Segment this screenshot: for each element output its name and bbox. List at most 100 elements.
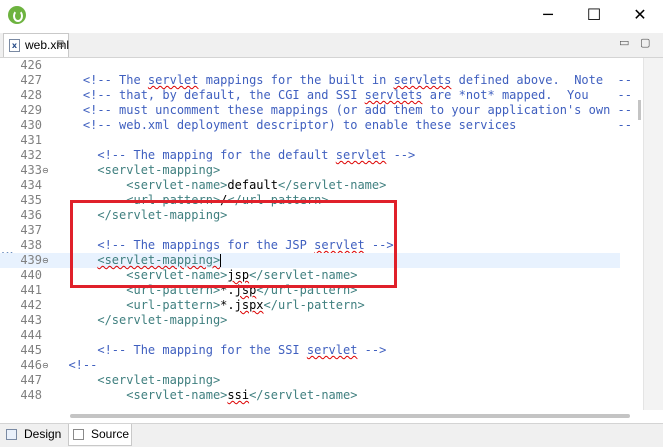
code-token: </servlet-name> [277, 178, 387, 192]
close-window-button[interactable]: ✕ [617, 0, 663, 30]
code-text: <servlet-name>default</servlet-name> [54, 178, 386, 193]
code-text: <servlet-mapping> [54, 373, 220, 388]
code-token: default [227, 178, 278, 192]
line-number: 436 [20, 208, 42, 222]
code-token: </servlet-mapping> [54, 313, 228, 327]
code-token: </servlet-name> [249, 388, 358, 402]
code-text: <servlet-name>ssi</servlet-name> [54, 388, 357, 403]
line-number: 429 [20, 103, 42, 117]
view-maximize-icon[interactable]: ▢ [640, 36, 650, 49]
code-text: <servlet-mapping> [54, 163, 220, 178]
code-line[interactable]: 442 <url-pattern>*.jspx</url-pattern> [0, 298, 620, 313]
code-line[interactable]: 427 <!-- The servlet mappings for the bu… [0, 73, 639, 88]
tab-web-xml[interactable]: x web.xml ⊠ [3, 33, 69, 57]
fold-toggle-icon[interactable]: ⊖ [42, 358, 51, 373]
code-line[interactable]: 432 <!-- The mapping for the default ser… [0, 148, 620, 163]
spring-app-icon [8, 6, 26, 24]
line-number: 426 [20, 58, 42, 72]
code-line[interactable]: 433 ⊖ <servlet-mapping> [0, 163, 620, 178]
tab-source-label: Source [91, 427, 130, 441]
code-line[interactable]: 443 </servlet-mapping> [0, 313, 620, 328]
code-token: <url-pattern> [54, 298, 221, 312]
code-token: servlet [147, 73, 199, 87]
tab-design-label: Design [24, 427, 62, 441]
code-token: mappings for the built in [198, 73, 394, 87]
code-token: defined above. Note --> [451, 73, 640, 87]
code-text: <!-- web.xml deployment descriptor) to e… [54, 118, 639, 133]
line-number: 444 [20, 328, 42, 342]
code-line[interactable]: 429 <!-- must uncomment these mappings (… [0, 103, 639, 118]
code-line[interactable]: 431 [0, 133, 620, 148]
code-line[interactable]: 444 [0, 328, 620, 343]
tab-design[interactable]: Design [2, 424, 66, 446]
code-line[interactable]: 426 [0, 58, 620, 73]
code-line[interactable]: 428 <!-- that, by default, the CGI and S… [0, 88, 639, 103]
code-line[interactable]: 445 <!-- The mapping for the SSI servlet… [0, 343, 620, 358]
code-line[interactable]: 447 <servlet-mapping> [0, 373, 620, 388]
source-page-icon [73, 429, 84, 440]
overview-ruler-right [643, 58, 663, 410]
line-number: 441 [20, 283, 42, 297]
highlight-annotation-box [70, 200, 397, 288]
view-minimize-icon[interactable]: ▭ [619, 36, 629, 49]
code-text: </servlet-mapping> [54, 313, 227, 328]
source-editor[interactable]: 426 427 <!-- The servlet mappings for the… [0, 58, 663, 410]
horizontal-scroll-thumb[interactable] [70, 414, 630, 418]
fold-toggle-icon[interactable]: ⊖ [42, 163, 51, 178]
code-token: <!-- must uncomment these mappings (or a… [54, 103, 640, 117]
line-number: 448 [20, 388, 42, 402]
editor-mode-tabs: Design Source [0, 423, 663, 447]
code-token: <servlet-mapping> [54, 163, 221, 177]
line-number: 427 [20, 73, 42, 87]
code-token: <!-- [54, 358, 98, 372]
line-number: 446 [20, 358, 42, 372]
code-token: <!-- web.xml deployment descriptor) to e… [54, 118, 640, 132]
code-token: servlets [393, 73, 452, 87]
code-text: <!-- The mapping for the SSI servlet --> [54, 343, 386, 358]
line-number: 439 [20, 253, 42, 267]
code-text: <!-- The mapping for the default servlet… [54, 148, 415, 163]
xml-file-icon: x [9, 39, 20, 52]
line-number: 447 [20, 373, 42, 387]
code-token: <!-- that, by default, the CGI and SSI [54, 88, 365, 102]
code-token: <!-- The mapping for the default [54, 148, 336, 162]
tab-close-icon[interactable]: ⊠ [56, 34, 64, 56]
horizontal-scrollbar[interactable] [0, 410, 643, 422]
tab-source[interactable]: Source [68, 424, 132, 446]
line-number: 433 [20, 163, 42, 177]
code-token: servlet [335, 148, 387, 162]
title-bar: ─ ☐ ✕ [0, 0, 663, 30]
code-line[interactable]: 446 ⊖ <!-- [0, 358, 620, 373]
code-token: ssi [227, 388, 250, 402]
code-token: --> [357, 343, 387, 357]
code-token: <servlet-name> [54, 388, 228, 402]
line-number: 440 [20, 268, 42, 282]
code-text: <!-- that, by default, the CGI and SSI s… [54, 88, 639, 103]
vertical-scrollbar[interactable] [631, 58, 643, 410]
line-number: 432 [20, 148, 42, 162]
code-token: servlets [364, 88, 423, 102]
code-token: jspx [234, 298, 264, 312]
code-text: <!-- The servlet mappings for the built … [54, 73, 639, 88]
line-number: 435 [20, 193, 42, 207]
editor-tab-bar: x web.xml ⊠ ▭ ▢ [0, 33, 663, 58]
line-number: 443 [20, 313, 42, 327]
code-token: <servlet-mapping> [54, 373, 221, 387]
line-number: 442 [20, 298, 42, 312]
code-token: </url-pattern> [263, 298, 365, 312]
code-token: are *not* mapped. You --> [422, 88, 640, 102]
code-text: <url-pattern>*.jspx</url-pattern> [54, 298, 365, 313]
maximize-button[interactable]: ☐ [571, 0, 617, 30]
minimize-button[interactable]: ─ [525, 0, 571, 30]
code-line[interactable]: 448 <servlet-name>ssi</servlet-name> [0, 388, 620, 403]
design-icon [6, 429, 17, 440]
code-token: <!-- The mapping for the SSI [54, 343, 307, 357]
code-line[interactable]: 430 <!-- web.xml deployment descriptor) … [0, 118, 639, 133]
code-line[interactable]: 434 <servlet-name>default</servlet-name> [0, 178, 620, 193]
code-token: *. [220, 298, 235, 312]
fold-toggle-icon[interactable]: ⊖ [42, 253, 51, 268]
line-number: 445 [20, 343, 42, 357]
code-token: servlet [306, 343, 358, 357]
code-token: <servlet-name> [54, 178, 228, 192]
vertical-scroll-thumb[interactable] [638, 100, 641, 120]
